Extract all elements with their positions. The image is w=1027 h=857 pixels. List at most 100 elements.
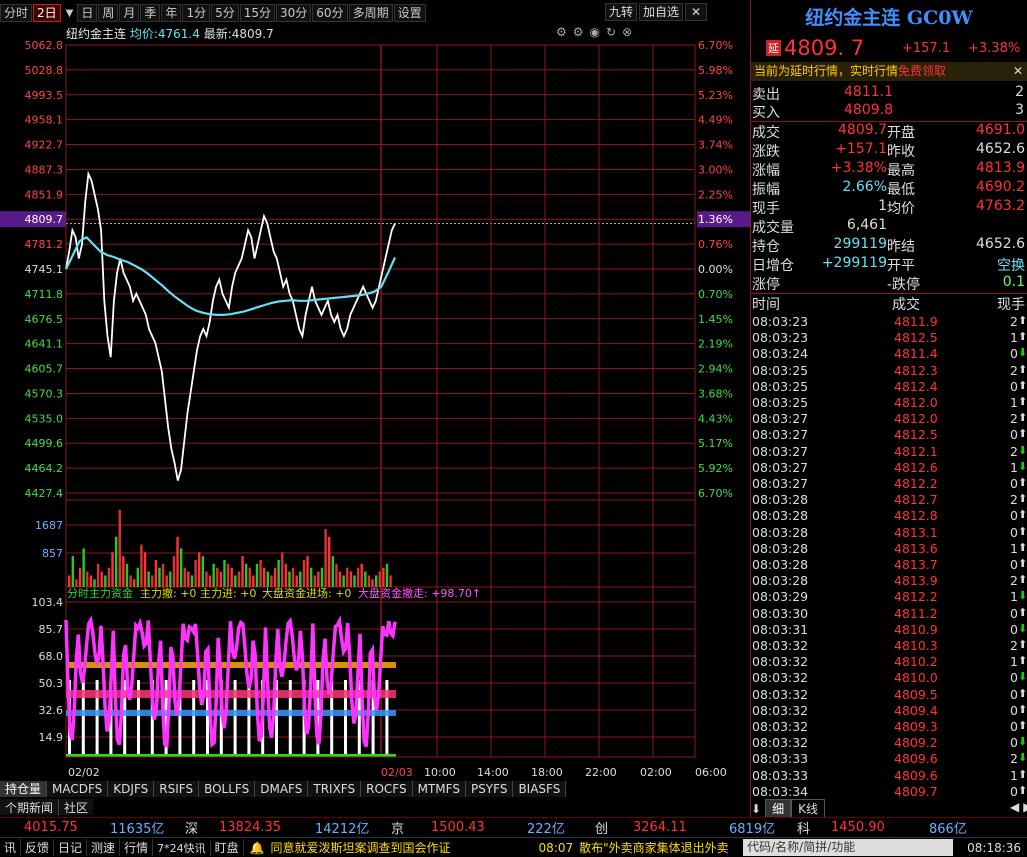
- y-tick-label: 4676.5: [25, 313, 64, 326]
- status-item-market[interactable]: 行情: [120, 839, 154, 856]
- tick-time: 08:03:32: [752, 735, 809, 751]
- indicator-tab-6[interactable]: TRIXFS: [308, 781, 362, 797]
- period-tab-10[interactable]: 30分: [276, 4, 312, 22]
- status-item-speedtest[interactable]: 测速: [87, 839, 121, 856]
- tab-news[interactable]: 个期新闻: [0, 799, 60, 815]
- prev-icon[interactable]: ◀: [1010, 800, 1023, 814]
- indicator-tab-8[interactable]: MTMFS: [412, 781, 466, 797]
- tick-row: 08:03:30 4811.2 0 ⬆: [752, 606, 1027, 622]
- tick-volume: 1: [1010, 654, 1018, 670]
- volume-bar: [172, 556, 176, 587]
- quote-change: +157.1: [902, 40, 951, 56]
- status-item-watch[interactable]: 盯盘: [211, 839, 244, 856]
- indicator-tab-10[interactable]: BIASFS: [513, 781, 567, 797]
- status-bar: 讯 反馈 日记 测速 行情 7*24快讯 盯盘 🔔 同意就爱泼斯坦案调查到国会作…: [0, 837, 1027, 857]
- indicator-tab-3[interactable]: RSIFS: [154, 781, 200, 797]
- period-tab-4[interactable]: 月: [119, 4, 140, 22]
- status-item-xun[interactable]: 讯: [0, 839, 22, 856]
- period-tab-0[interactable]: 分时: [0, 4, 33, 22]
- tick-row: 08:03:31 4810.9 0 ⬇: [752, 622, 1027, 638]
- arrow-up-icon: ⬆: [1018, 378, 1027, 392]
- volume-bar: [346, 567, 349, 587]
- pct-tick-label: 4.49%: [698, 114, 733, 127]
- status-item-diary[interactable]: 日记: [54, 839, 88, 856]
- volume-bar: [136, 567, 140, 587]
- quote-value: [812, 274, 887, 293]
- tick-row: 08:03:33 4809.6 2 ⬇: [752, 751, 1027, 767]
- tick-time: 08:03:33: [752, 751, 809, 767]
- volume-bar: [273, 567, 277, 587]
- notice-text: 当前为延时行情，实时行情: [754, 64, 899, 78]
- tab-community[interactable]: 社区: [59, 799, 94, 815]
- news-ticker-2[interactable]: 散布"外卖商家集体退出外卖: [579, 839, 739, 856]
- period-tab-3[interactable]: 周: [98, 4, 119, 22]
- tick-time: 08:03:30: [752, 605, 809, 621]
- tick-price: 4813.7: [894, 557, 938, 572]
- quote-value: [947, 217, 1025, 236]
- indicator-tab-9[interactable]: PSYFS: [465, 781, 514, 797]
- arrow-up-icon: ⬆: [1018, 767, 1027, 781]
- volume-bar: [187, 571, 190, 587]
- add-watchlist-button[interactable]: 加自选: [639, 3, 684, 21]
- status-item-news724[interactable]: 7*24快讯: [153, 839, 211, 856]
- period-tab-1[interactable]: 2日: [33, 4, 61, 22]
- x-tick-label: 18:00: [531, 766, 563, 779]
- quote-label: 昨收: [887, 144, 915, 160]
- tab-kline[interactable]: K线: [791, 799, 825, 818]
- quote-label: 开盘: [887, 125, 915, 141]
- tick-volume: 2: [1010, 573, 1018, 589]
- tick-time: 08:03:25: [752, 395, 809, 410]
- close-icon[interactable]: ✕: [1013, 62, 1023, 81]
- indicator-tab-0[interactable]: 持仓量: [0, 781, 48, 797]
- period-tab-9[interactable]: 15分: [239, 4, 275, 22]
- quote-value: 1: [878, 198, 887, 214]
- chevron-down-icon[interactable]: ▼: [66, 8, 74, 19]
- tick-row: 08:03:32 4809.3 0 ⬆: [752, 719, 1027, 735]
- quote-title: 纽约金主连 GC0W: [805, 7, 973, 29]
- tick-row: 08:03:28 4813.9 2 ⬆: [752, 573, 1027, 589]
- tick-time: 08:03:32: [752, 686, 809, 702]
- quote-label: 持仓: [752, 239, 780, 255]
- period-tab-8[interactable]: 5分: [211, 4, 239, 22]
- jiuzhuan-button[interactable]: 九转: [605, 3, 638, 21]
- volume-bar: [96, 563, 100, 587]
- volume-bar: [104, 575, 107, 587]
- tick-volume: 2: [1010, 411, 1018, 427]
- indicator-tab-1[interactable]: MACDFS: [47, 781, 109, 797]
- toolbar-right: 九转 加自选 ✕: [603, 3, 708, 21]
- indicator-tab-5[interactable]: DMAFS: [255, 781, 309, 797]
- indicator-tab-2[interactable]: KDJFS: [108, 781, 155, 797]
- period-tab-11[interactable]: 60分: [312, 4, 348, 22]
- funds-tick-label: 85.7: [39, 623, 64, 636]
- period-tab-6[interactable]: 年: [161, 4, 182, 22]
- tick-price: 4811.9: [894, 314, 938, 329]
- indicator-tab-7[interactable]: ROCFS: [361, 781, 413, 797]
- down-arrow-icon[interactable]: ⬇: [751, 802, 761, 816]
- quote-value: 2.66%: [842, 179, 887, 195]
- next-icon[interactable]: ▶: [1023, 800, 1027, 814]
- tick-row: 08:03:28 4813.6 1 ⬆: [752, 541, 1027, 557]
- period-tab-7[interactable]: 1分: [182, 4, 211, 22]
- period-tab-13[interactable]: 设置: [393, 4, 426, 22]
- quote-row: 持仓 299119 昨结 4652.6: [752, 236, 1027, 255]
- volume-bar: [169, 571, 172, 587]
- status-item-feedback[interactable]: 反馈: [21, 839, 55, 856]
- period-tab-2[interactable]: 日: [77, 4, 98, 22]
- volume-bar: [349, 571, 353, 587]
- market-bar: 4015.75 11635亿 深 13824.35 14212亿 京 1500.…: [0, 817, 1027, 837]
- period-tab-5[interactable]: 季: [140, 4, 161, 22]
- tab-detail[interactable]: 细: [765, 799, 792, 818]
- y-tick-label: 5028.8: [25, 64, 64, 77]
- search-input[interactable]: 代码/名称/简拼/功能: [743, 839, 954, 856]
- notice-link[interactable]: 免费领取: [898, 64, 946, 78]
- indicator-tab-4[interactable]: BOLLFS: [199, 781, 256, 797]
- arrow-up-icon: ⬆: [1018, 573, 1027, 587]
- volume-bar: [288, 571, 291, 587]
- tick-time: 08:03:32: [752, 670, 809, 686]
- y-tick-label: 4711.8: [25, 288, 64, 301]
- period-tab-12[interactable]: 多周期: [348, 4, 393, 22]
- bell-icon[interactable]: 🔔: [250, 841, 265, 855]
- close-icon[interactable]: ✕: [685, 3, 708, 21]
- volume-bar: [295, 575, 298, 587]
- news-ticker-1[interactable]: 同意就爱泼斯坦案调查到国会作证: [271, 839, 535, 856]
